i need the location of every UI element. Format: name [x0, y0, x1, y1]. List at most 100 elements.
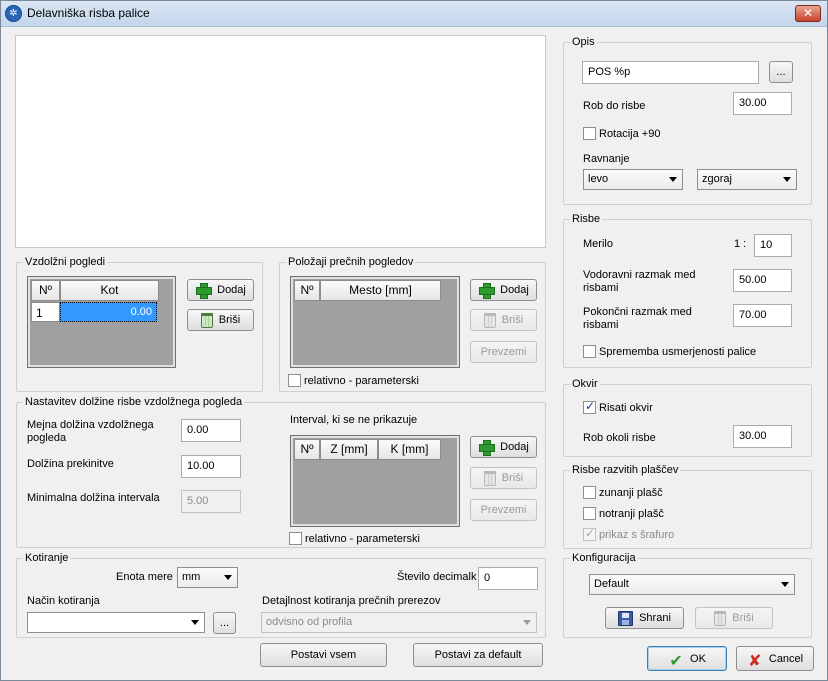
column-header-no[interactable]: Nº [294, 439, 320, 460]
checkbox-box[interactable] [583, 526, 596, 541]
column-header-no[interactable]: Nº [31, 280, 60, 301]
vertical-alignment-select[interactable]: zgoraj [697, 169, 797, 190]
column-header-mesto[interactable]: Mesto [mm] [320, 280, 441, 301]
break-length-label: Dolžina prekinitve [27, 458, 114, 470]
apply-all-button[interactable]: Postavi vsem [260, 643, 387, 667]
edge-input[interactable]: 30.00 [733, 92, 792, 115]
unit-select[interactable]: mm [177, 567, 238, 588]
chevron-down-icon [783, 177, 791, 182]
plus-icon [478, 282, 496, 299]
checkbox-box[interactable] [583, 127, 596, 140]
column-header-k[interactable]: K [mm] [378, 439, 441, 460]
floppy-disk-icon [618, 610, 634, 626]
longitudinal-views-table[interactable]: Nº Kot 1 0.00 [27, 276, 176, 368]
checkbox-box[interactable] [289, 532, 302, 545]
method-label: Način kotiranja [27, 595, 100, 607]
scale-input[interactable]: 10 [754, 234, 792, 257]
configuration-group: Konfiguracija Default Shrani Briši [563, 552, 812, 638]
outer-sheath-checkbox[interactable]: zunanji plašč [583, 486, 663, 499]
delete-configuration-button[interactable]: Briši [695, 607, 773, 629]
edge-label: Rob do risbe [583, 100, 646, 112]
add-view-button[interactable]: Dodaj [187, 279, 254, 301]
description-more-button[interactable]: ... [769, 61, 793, 83]
scale-label: Merilo [583, 238, 613, 250]
description-input[interactable]: POS %p [582, 61, 759, 84]
horizontal-alignment-select[interactable]: levo [583, 169, 683, 190]
frame-group: Okvir Risati okvir Rob okoli risbe 30.00 [563, 378, 812, 457]
method-more-button[interactable]: ... [213, 612, 236, 634]
chevron-down-icon [523, 620, 531, 625]
column-header-kot[interactable]: Kot [60, 280, 159, 301]
min-interval-label: Minimalna dolžina intervala [27, 492, 160, 504]
chevron-down-icon [669, 177, 677, 182]
drawing-preview [15, 35, 546, 248]
length-settings-group: Nastavitev dolžine risbe vzdolžnega pogl… [16, 396, 546, 548]
cancel-x-icon: ✘ [748, 652, 762, 670]
frame-edge-input[interactable]: 30.00 [733, 425, 792, 448]
unit-label: Enota mere [116, 571, 173, 583]
group-title: Opis [570, 36, 597, 48]
column-header-z[interactable]: Z [mm] [320, 439, 378, 460]
limit-length-label: Mejna dolžina vzdolžnega pogleda [27, 419, 154, 444]
column-header-no[interactable]: Nº [294, 280, 320, 301]
close-button[interactable]: ✕ [795, 5, 821, 22]
checkmark-icon: ✔ [669, 652, 683, 670]
trash-icon [200, 312, 213, 328]
take-over-interval-button[interactable]: Prevzemi [470, 499, 537, 521]
group-title: Nastavitev dolžine risbe vzdolžnega pogl… [23, 396, 245, 408]
relative-parametric-checkbox[interactable]: relativno - parameterski [288, 374, 419, 387]
configuration-select[interactable]: Default [589, 574, 795, 595]
rotation-checkbox[interactable]: Rotacija +90 [583, 127, 660, 140]
inner-sheath-checkbox[interactable]: notranji plašč [583, 507, 664, 520]
add-interval-button[interactable]: Dodaj [470, 436, 537, 458]
dialog-window: ✲ Delavniška risba palice ✕ Vzdolžni pog… [0, 0, 828, 681]
scale-prefix: 1 : [734, 238, 747, 250]
hatch-display-checkbox[interactable]: prikaz s šrafuro [583, 526, 674, 541]
checkbox-box[interactable] [583, 507, 596, 520]
title-bar: ✲ Delavniška risba palice ✕ [1, 1, 827, 27]
window-title: Delavniška risba palice [27, 6, 150, 20]
draw-frame-checkbox[interactable]: Risati okvir [583, 399, 653, 414]
chevron-down-icon [224, 575, 232, 580]
ok-button[interactable]: ✔ OK [647, 646, 727, 671]
horizontal-spacing-label: Vodoravni razmak med risbami [583, 269, 696, 294]
table-row-number[interactable]: 1 [31, 302, 60, 322]
delete-view-button[interactable]: Briši [187, 309, 254, 331]
save-configuration-button[interactable]: Shrani [605, 607, 684, 629]
checkbox-box[interactable] [288, 374, 301, 387]
take-over-position-button[interactable]: Prevzemi [470, 341, 537, 363]
group-title: Risbe razvitih plaščev [570, 464, 681, 476]
limit-length-input[interactable]: 0.00 [181, 419, 241, 442]
hidden-interval-table[interactable]: Nº Z [mm] K [mm] [290, 435, 460, 527]
detail-label: Detajlnost kotiranja prečnih prerezov [262, 595, 441, 607]
cross-section-table[interactable]: Nº Mesto [mm] [290, 276, 460, 368]
checkbox-box[interactable] [583, 486, 596, 499]
decimals-input[interactable]: 0 [478, 567, 538, 590]
cross-section-positions-group: Položaji prečnih pogledov Nº Mesto [mm] … [279, 256, 546, 392]
break-length-input[interactable]: 10.00 [181, 455, 241, 478]
chevron-down-icon [191, 620, 199, 625]
delete-position-button[interactable]: Briši [470, 309, 537, 331]
checkbox-box[interactable] [583, 345, 596, 358]
horizontal-spacing-input[interactable]: 50.00 [733, 269, 792, 292]
table-cell-kot[interactable]: 0.00 [60, 302, 157, 322]
detail-select[interactable]: odvisno od profila [261, 612, 537, 633]
cancel-button[interactable]: ✘ Cancel [736, 646, 814, 671]
min-interval-input[interactable]: 5.00 [181, 490, 241, 513]
set-default-button[interactable]: Postavi za default [413, 643, 543, 667]
vertical-spacing-label: Pokončni razmak med risbami [583, 306, 692, 331]
group-title: Okvir [570, 378, 600, 390]
delete-interval-button[interactable]: Briši [470, 467, 537, 489]
group-title: Konfiguracija [570, 552, 638, 564]
sheathing-group: Risbe razvitih plaščev zunanji plašč not… [563, 464, 812, 549]
trash-icon [714, 610, 727, 626]
add-position-button[interactable]: Dodaj [470, 279, 537, 301]
orientation-change-checkbox[interactable]: Sprememba usmerjenosti palice [583, 345, 756, 358]
decimals-label: Število decimalk [397, 571, 477, 583]
vertical-spacing-input[interactable]: 70.00 [733, 304, 792, 327]
dimensioning-group: Kotiranje Enota mere mm Število decimalk… [16, 552, 546, 638]
method-select[interactable] [27, 612, 205, 633]
relative-parametric-interval-checkbox[interactable]: relativno - parameterski [289, 532, 420, 545]
checkbox-box[interactable] [583, 399, 596, 414]
alignment-label: Ravnanje [583, 153, 630, 165]
